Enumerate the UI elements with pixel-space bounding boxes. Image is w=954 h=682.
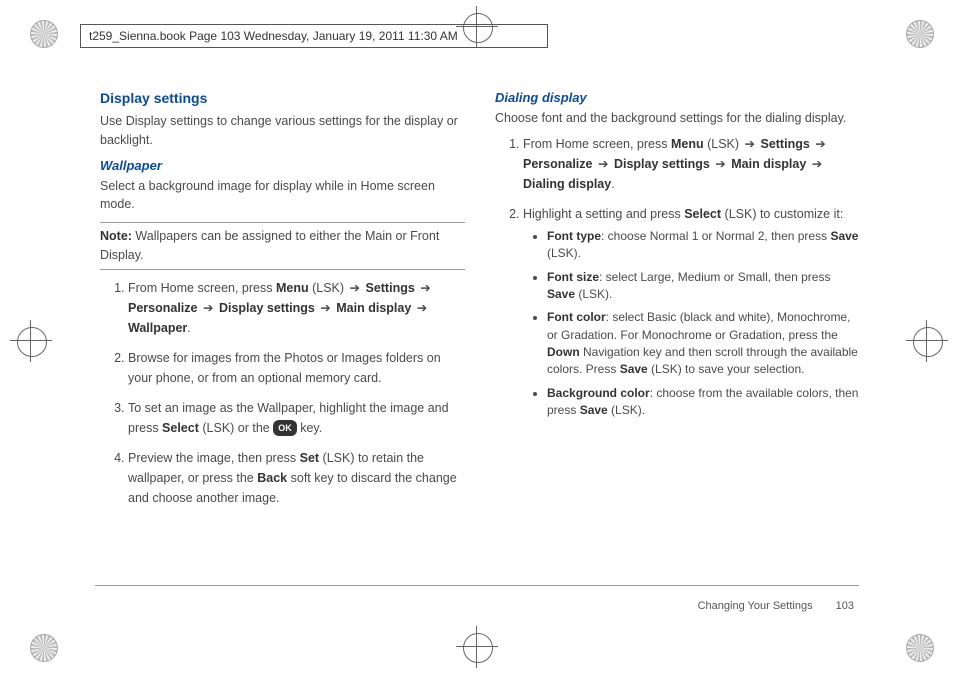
step-text: From Home screen, press xyxy=(128,281,276,295)
option-label: Font color xyxy=(547,310,606,324)
option-text: : select Large, Medium or Small, then pr… xyxy=(599,270,830,284)
crop-ornament xyxy=(906,634,934,662)
step-text: (LSK) xyxy=(704,137,743,151)
wallpaper-steps: From Home screen, press Menu (LSK) ➔ Set… xyxy=(100,278,465,508)
step-text: key. xyxy=(297,421,322,435)
note-label: Note: xyxy=(100,229,132,243)
key-label: Menu xyxy=(276,281,309,295)
step-text: From Home screen, press xyxy=(523,137,671,151)
note-block: Note: Wallpapers can be assigned to eith… xyxy=(100,222,465,270)
key-label: Personalize xyxy=(128,301,197,315)
footer-rule xyxy=(95,585,859,586)
key-label: Main display xyxy=(731,157,806,171)
key-label: Settings xyxy=(760,137,809,151)
arrow-icon: ➔ xyxy=(743,134,757,154)
key-label: Settings xyxy=(365,281,414,295)
body-text: Select a background image for display wh… xyxy=(100,177,465,215)
frame-header: t259_Sienna.book Page 103 Wednesday, Jan… xyxy=(80,24,548,48)
registration-mark xyxy=(456,626,498,668)
step-text: (LSK) or the xyxy=(199,421,273,435)
arrow-icon: ➔ xyxy=(348,278,362,298)
subheading-wallpaper: Wallpaper xyxy=(100,158,465,173)
option-label: Font type xyxy=(547,229,601,243)
option-label: Background color xyxy=(547,386,650,400)
key-label: Back xyxy=(257,471,287,485)
page-content: Display settings Use Display settings to… xyxy=(100,90,860,518)
list-item: Font color: select Basic (black and whit… xyxy=(547,309,860,379)
step-text: (LSK) xyxy=(309,281,348,295)
step-text: Highlight a setting and press xyxy=(523,207,684,221)
list-item: Preview the image, then press Set (LSK) … xyxy=(128,448,465,508)
option-text: (LSK). xyxy=(608,403,645,417)
registration-mark xyxy=(10,320,52,362)
note-text: Note: Wallpapers can be assigned to eith… xyxy=(100,227,465,265)
page-footer: Changing Your Settings 103 xyxy=(698,600,854,612)
arrow-icon: ➔ xyxy=(418,278,432,298)
key-label: Wallpaper xyxy=(128,321,187,335)
note-body: Wallpapers can be assigned to either the… xyxy=(100,229,439,262)
option-text: (LSK). xyxy=(575,287,612,301)
arrow-icon: ➔ xyxy=(201,298,215,318)
option-text: (LSK). xyxy=(547,246,581,260)
body-text: Use Display settings to change various s… xyxy=(100,112,465,150)
subheading-dialing-display: Dialing display xyxy=(495,90,860,105)
key-label: Personalize xyxy=(523,157,592,171)
step-text: (LSK) to customize it: xyxy=(721,207,843,221)
option-text: (LSK) to save your selection. xyxy=(648,362,805,376)
list-item: Background color: choose from the availa… xyxy=(547,385,860,420)
crop-ornament xyxy=(906,20,934,48)
page-number: 103 xyxy=(836,600,854,612)
list-item: Highlight a setting and press Select (LS… xyxy=(523,204,860,420)
arrow-icon: ➔ xyxy=(813,134,827,154)
key-label: Menu xyxy=(671,137,704,151)
arrow-icon: ➔ xyxy=(596,154,610,174)
arrow-icon: ➔ xyxy=(713,154,727,174)
section-heading-display-settings: Display settings xyxy=(100,90,465,106)
crop-ornament xyxy=(30,634,58,662)
list-item: Browse for images from the Photos or Ima… xyxy=(128,348,465,388)
ok-key-icon: OK xyxy=(273,420,297,436)
key-label: Select xyxy=(684,207,721,221)
key-label: Display settings xyxy=(219,301,315,315)
key-label: Main display xyxy=(336,301,411,315)
dialing-steps: From Home screen, press Menu (LSK) ➔ Set… xyxy=(495,134,860,420)
key-label: Save xyxy=(547,287,575,301)
key-label: Set xyxy=(300,451,319,465)
key-label: Save xyxy=(580,403,608,417)
arrow-icon: ➔ xyxy=(318,298,332,318)
registration-mark xyxy=(906,320,948,362)
arrow-icon: ➔ xyxy=(415,298,429,318)
list-item: From Home screen, press Menu (LSK) ➔ Set… xyxy=(128,278,465,338)
right-column: Dialing display Choose font and the back… xyxy=(495,90,860,518)
option-text: : choose Normal 1 or Normal 2, then pres… xyxy=(601,229,830,243)
customize-options: Font type: choose Normal 1 or Normal 2, … xyxy=(523,228,860,420)
key-label: Down xyxy=(547,345,580,359)
list-item: To set an image as the Wallpaper, highli… xyxy=(128,398,465,438)
left-column: Display settings Use Display settings to… xyxy=(100,90,465,518)
arrow-icon: ➔ xyxy=(810,154,824,174)
crop-ornament xyxy=(30,20,58,48)
key-label: Save xyxy=(830,229,858,243)
list-item: Font type: choose Normal 1 or Normal 2, … xyxy=(547,228,860,263)
list-item: From Home screen, press Menu (LSK) ➔ Set… xyxy=(523,134,860,194)
footer-section: Changing Your Settings xyxy=(698,600,813,612)
list-item: Font size: select Large, Medium or Small… xyxy=(547,269,860,304)
key-label: Dialing display xyxy=(523,177,611,191)
body-text: Choose font and the background settings … xyxy=(495,109,860,128)
key-label: Select xyxy=(162,421,199,435)
option-label: Font size xyxy=(547,270,599,284)
step-text: Preview the image, then press xyxy=(128,451,300,465)
key-label: Display settings xyxy=(614,157,710,171)
key-label: Save xyxy=(620,362,648,376)
